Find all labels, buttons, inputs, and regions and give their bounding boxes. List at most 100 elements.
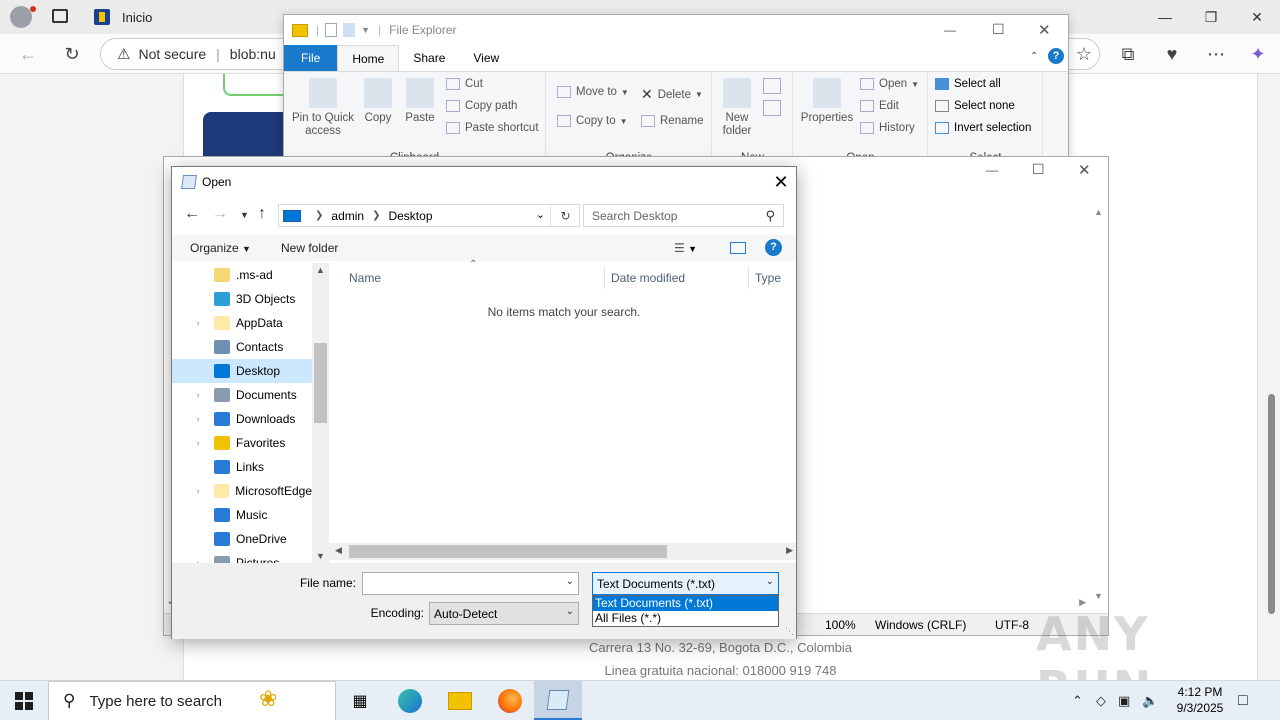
search-input[interactable]: Search Desktop ⚲: [583, 204, 784, 227]
breadcrumb-admin[interactable]: admin: [331, 209, 364, 223]
firefox-icon[interactable]: [486, 681, 534, 720]
taskbar-clock[interactable]: 4:12 PM 9/3/2025: [1160, 684, 1240, 716]
edge-icon[interactable]: [386, 681, 434, 720]
new-item-icon[interactable]: [763, 78, 781, 94]
page-scrollbar[interactable]: [1262, 74, 1280, 680]
ribbon-tab-share[interactable]: Share: [399, 45, 459, 71]
browser-essentials-icon[interactable]: ♥: [1158, 40, 1186, 68]
rename-button[interactable]: Rename: [641, 115, 703, 127]
organize-button[interactable]: Organize ▼: [190, 241, 251, 255]
more-options-icon[interactable]: ⋯: [1202, 40, 1230, 68]
tray-overflow-icon[interactable]: ⌃: [1072, 681, 1083, 720]
notepad-close-button[interactable]: ✕: [1078, 161, 1091, 179]
start-button[interactable]: [0, 681, 48, 720]
resize-grip-icon[interactable]: ⋱: [785, 626, 794, 637]
collections-icon[interactable]: ⧉: [1114, 40, 1142, 68]
fe-close-button[interactable]: ✕: [1038, 21, 1051, 39]
ribbon-tab-home[interactable]: Home: [337, 45, 400, 71]
task-view-icon[interactable]: ▦: [336, 681, 384, 720]
column-header-type[interactable]: Type: [749, 267, 796, 289]
file-name-input[interactable]: ⌄: [362, 572, 579, 595]
tab-inicio[interactable]: Inicio: [84, 0, 274, 34]
browser-close-button[interactable]: ✕: [1234, 0, 1280, 34]
expand-chevron-icon[interactable]: ›: [186, 414, 210, 425]
browser-minimize-button[interactable]: —: [1142, 0, 1188, 34]
collapse-ribbon-icon[interactable]: ⌃: [1030, 51, 1038, 62]
tree-item[interactable]: Music: [172, 503, 312, 527]
file-explorer-taskbar-icon[interactable]: [436, 681, 484, 720]
volume-icon[interactable]: 🔈: [1142, 681, 1158, 720]
copy-path-button[interactable]: Copy path: [446, 100, 517, 112]
scroll-right-icon[interactable]: ▶: [786, 545, 793, 556]
expand-chevron-icon[interactable]: ›: [186, 318, 210, 329]
cut-button[interactable]: Cut: [446, 78, 483, 90]
scroll-left-icon[interactable]: ◀: [335, 545, 342, 556]
tree-scrollbar[interactable]: ▲ ▼: [312, 263, 329, 563]
tree-item[interactable]: OneDrive: [172, 527, 312, 551]
scroll-up-icon[interactable]: ▲: [1094, 207, 1103, 217]
notepad-taskbar-icon[interactable]: [534, 681, 582, 720]
properties-quick-icon[interactable]: [325, 23, 338, 37]
recent-locations-icon[interactable]: ▼: [240, 210, 249, 220]
open-button[interactable]: Open ▼: [860, 78, 919, 90]
expand-chevron-icon[interactable]: ›: [186, 390, 210, 401]
history-button[interactable]: History: [860, 122, 915, 134]
tree-item[interactable]: Desktop: [172, 359, 312, 383]
move-to-button[interactable]: Move to ▼: [557, 86, 629, 98]
ribbon-tab-view[interactable]: View: [459, 45, 513, 71]
notepad-vertical-scrollbar[interactable]: ▲ ▼: [1090, 203, 1108, 601]
file-type-select[interactable]: Text Documents (*.txt) ⌄: [592, 572, 779, 595]
tree-item[interactable]: › MicrosoftEdge: [172, 479, 312, 503]
pin-quick-access-button[interactable]: Pin to Quick access: [290, 78, 356, 138]
tree-item[interactable]: › AppData: [172, 311, 312, 335]
file-list-hscrollbar-thumb[interactable]: [349, 545, 667, 558]
copy-to-button[interactable]: Copy to ▼: [557, 115, 628, 127]
file-list-hscrollbar[interactable]: ◀ ▶: [329, 543, 796, 560]
tree-item[interactable]: .ms-ad: [172, 263, 312, 287]
breadcrumb[interactable]: ❯ admin ❯ Desktop ⌄: [278, 204, 580, 227]
notepad-minimize-button[interactable]: —: [986, 163, 998, 177]
ethernet-icon[interactable]: ▣: [1118, 681, 1130, 720]
tree-item[interactable]: › Documents: [172, 383, 312, 407]
breadcrumb-desktop[interactable]: Desktop: [388, 209, 432, 223]
copy-button[interactable]: Copy: [360, 78, 396, 125]
view-options-icon[interactable]: ☰ ▼: [674, 241, 697, 255]
file-type-option-all[interactable]: All Files (*.*): [593, 611, 778, 626]
paste-shortcut-button[interactable]: Paste shortcut: [446, 122, 539, 134]
copilot-icon[interactable]: ✦: [1244, 40, 1272, 68]
tree-item[interactable]: › Pictures: [172, 551, 312, 563]
fe-minimize-button[interactable]: —: [944, 23, 956, 37]
forward-arrow-icon[interactable]: →: [212, 205, 228, 223]
address-dropdown-icon[interactable]: ⌄: [536, 208, 545, 221]
tree-item[interactable]: 3D Objects: [172, 287, 312, 311]
network-icon[interactable]: ◇: [1096, 681, 1106, 720]
easy-access-icon[interactable]: [763, 100, 781, 116]
new-folder-ribbon-button[interactable]: New folder: [719, 78, 755, 138]
expand-chevron-icon[interactable]: ›: [186, 438, 210, 449]
up-arrow-icon[interactable]: ↑: [258, 205, 266, 223]
notepad-maximize-button[interactable]: ☐: [1032, 161, 1045, 178]
select-none-button[interactable]: Select none: [935, 100, 1015, 112]
browser-restore-button[interactable]: ❐: [1188, 0, 1234, 34]
fe-maximize-button[interactable]: ☐: [992, 21, 1005, 38]
new-folder-button[interactable]: New folder: [281, 241, 338, 255]
dialog-close-button[interactable]: ✕: [766, 167, 796, 197]
column-header-name[interactable]: Name: [329, 267, 605, 289]
chevron-down-icon[interactable]: ⌄: [566, 606, 574, 617]
back-icon[interactable]: ←: [14, 40, 42, 68]
delete-button[interactable]: ✕ Delete ▼: [641, 86, 703, 103]
tree-item[interactable]: › Favorites: [172, 431, 312, 455]
quick-access-dropdown-icon[interactable]: ▼: [361, 25, 370, 35]
chevron-down-icon[interactable]: ⌄: [766, 576, 774, 587]
scroll-down-icon[interactable]: ▼: [312, 551, 329, 561]
tree-scrollbar-thumb[interactable]: [314, 343, 327, 423]
tab-actions-icon[interactable]: [52, 9, 68, 23]
scroll-down-icon[interactable]: ▼: [1094, 591, 1103, 601]
favorites-star-icon[interactable]: ☆: [1070, 40, 1098, 68]
dialog-help-icon[interactable]: ?: [765, 239, 782, 256]
file-type-option-txt[interactable]: Text Documents (*.txt): [593, 596, 778, 611]
taskbar-search[interactable]: ⚲ Type here to search ❀: [48, 681, 336, 720]
notifications-icon[interactable]: □: [1238, 681, 1248, 720]
refresh-icon[interactable]: ↻: [58, 40, 86, 68]
paste-button[interactable]: Paste: [402, 78, 438, 125]
